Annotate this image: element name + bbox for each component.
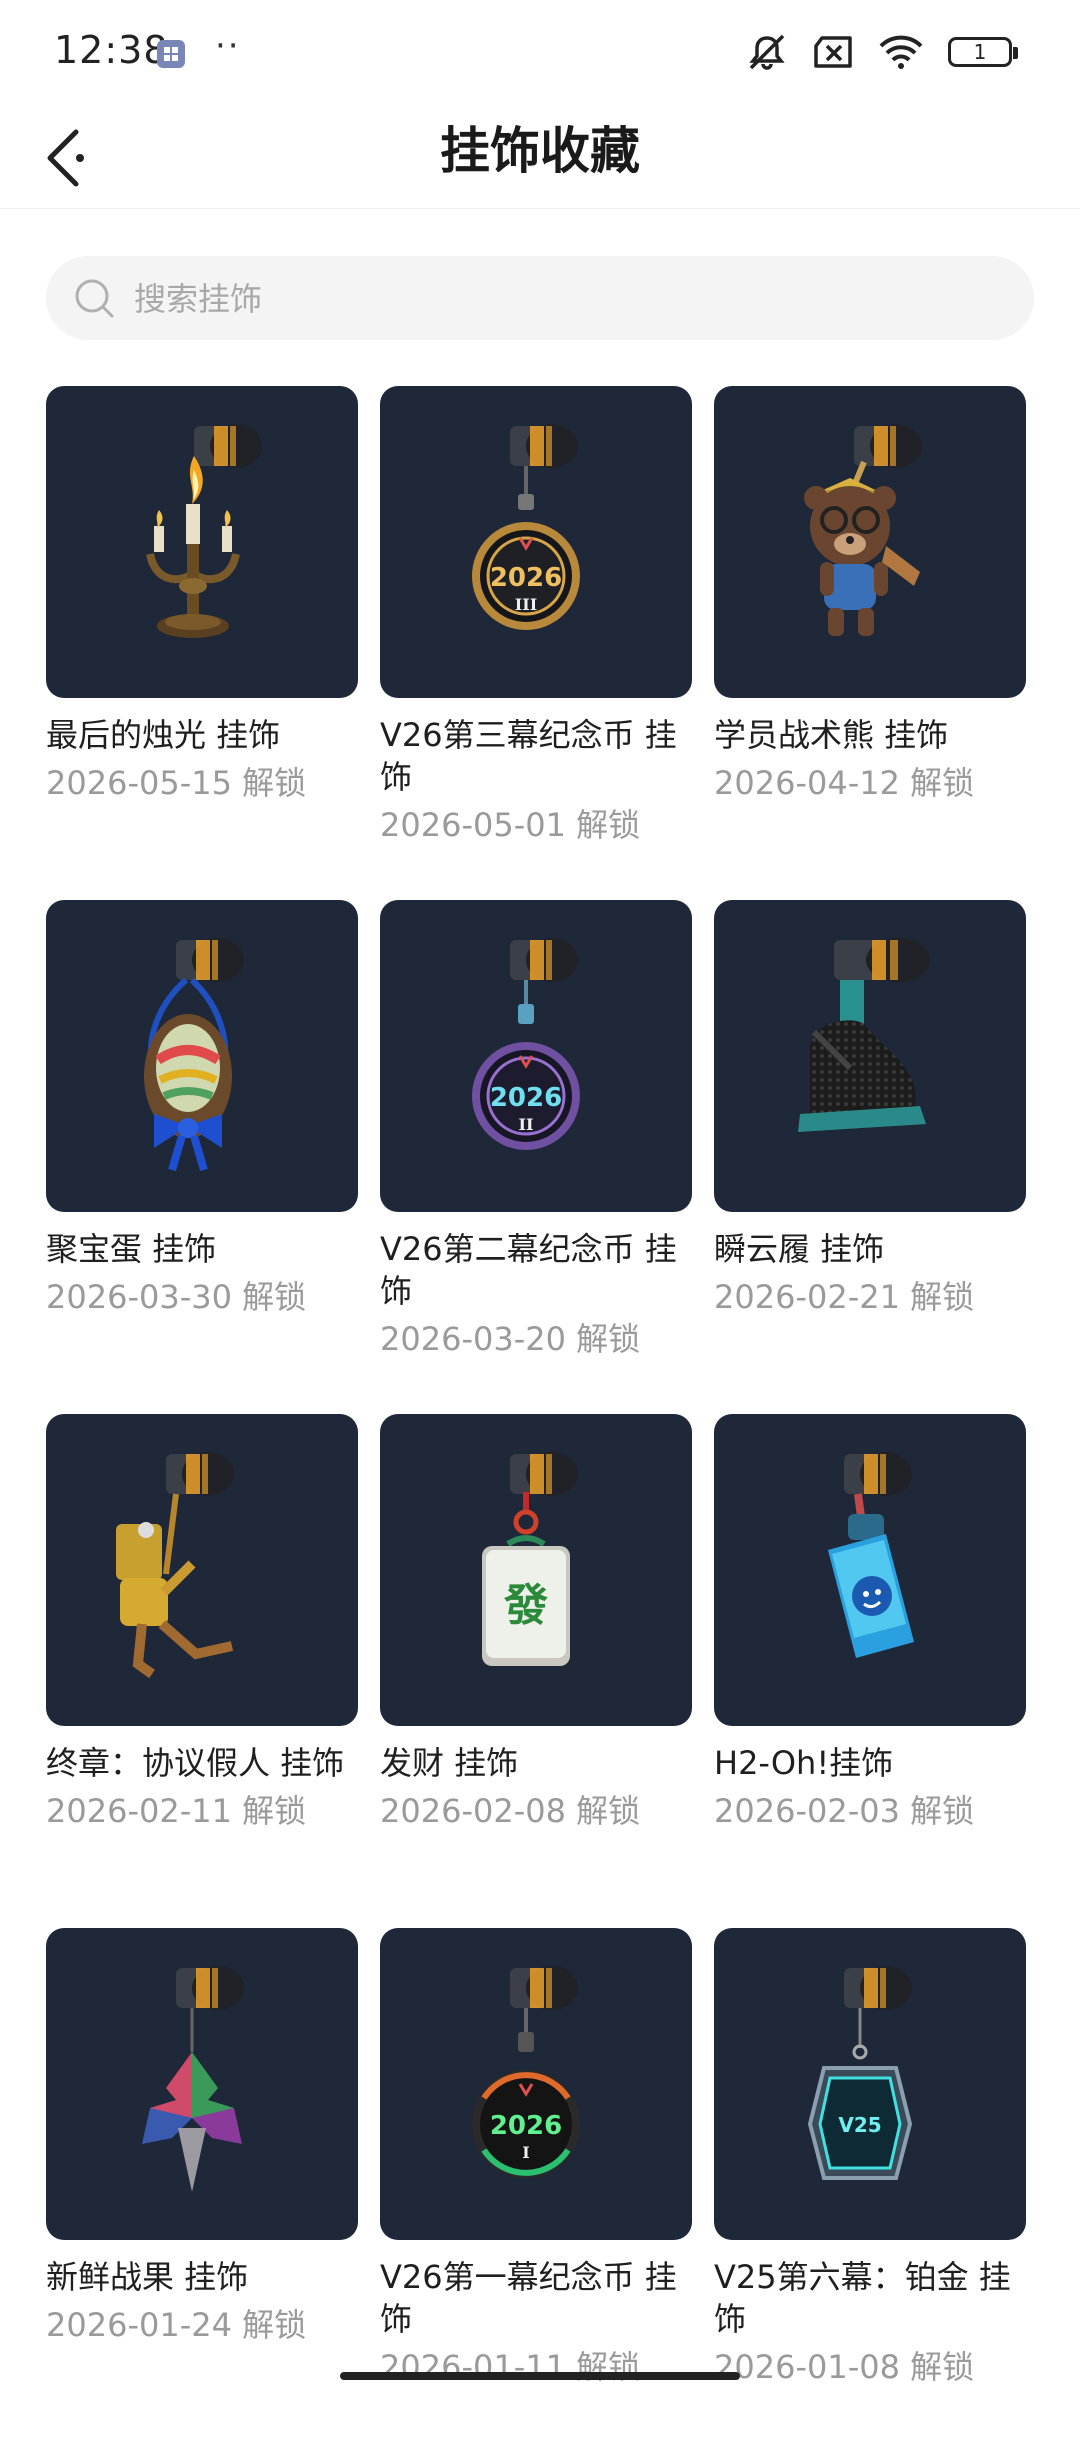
status-bar: 12:38 ·· 1 bbox=[0, 0, 1080, 100]
charm-image-coin-ii: 2026 II bbox=[380, 900, 692, 1212]
charm-card[interactable]: 發 发财 挂饰 2026-02-08 解锁 bbox=[380, 1414, 692, 1928]
charm-unlock-date: 2026-02-03 解锁 bbox=[714, 1792, 975, 1830]
charm-card[interactable]: 2026 I V26第一幕纪念币 挂饰 2026-01-11 解锁 bbox=[380, 1928, 692, 2442]
status-time: 12:38 bbox=[54, 28, 169, 72]
header: 挂饰收藏 bbox=[0, 100, 1080, 209]
charm-name: V26第三幕纪念币 挂饰 bbox=[380, 716, 677, 796]
status-more-indicator: ·· bbox=[215, 26, 241, 66]
charm-image-bear bbox=[714, 386, 1026, 698]
charm-image-platinum-tag: V25 bbox=[714, 1928, 1026, 2240]
home-indicator[interactable] bbox=[340, 2372, 740, 2380]
coin-year-text: 2026 bbox=[490, 2111, 562, 2141]
charm-name: 最后的烛光 挂饰 bbox=[46, 716, 281, 754]
charm-image-candelabra bbox=[46, 386, 358, 698]
charm-image-egg bbox=[46, 900, 358, 1212]
charm-name: H2-Oh!挂饰 bbox=[714, 1744, 894, 1782]
charm-name: 聚宝蛋 挂饰 bbox=[46, 1230, 217, 1268]
charm-card[interactable]: H2-Oh!挂饰 2026-02-03 解锁 bbox=[714, 1414, 1026, 1928]
charm-image-coin-i: 2026 I bbox=[380, 1928, 692, 2240]
coin-act-text: III bbox=[515, 595, 537, 614]
charm-unlock-date: 2026-05-01 解锁 bbox=[380, 806, 641, 844]
charm-card[interactable]: 新鲜战果 挂饰 2026-01-24 解锁 bbox=[46, 1928, 358, 2442]
charm-unlock-date: 2026-03-20 解锁 bbox=[380, 1320, 641, 1358]
charm-unlock-date: 2026-01-24 解锁 bbox=[46, 2306, 307, 2344]
charm-unlock-date: 2026-02-08 解锁 bbox=[380, 1792, 641, 1830]
coin-year-text: 2026 bbox=[490, 1083, 562, 1113]
charm-unlock-date: 2026-02-11 解锁 bbox=[46, 1792, 307, 1830]
search-bar[interactable] bbox=[46, 256, 1034, 342]
wifi-icon bbox=[879, 35, 923, 69]
charm-unlock-date: 2026-05-15 解锁 bbox=[46, 764, 307, 802]
charm-name: V25第六幕：铂金 挂饰 bbox=[714, 2258, 1011, 2338]
search-icon bbox=[75, 279, 114, 318]
charm-image-dummy bbox=[46, 1414, 358, 1726]
charm-name: V26第一幕纪念币 挂饰 bbox=[380, 2258, 677, 2338]
status-icons: 1 bbox=[746, 32, 1018, 72]
charm-card[interactable]: 学员战术熊 挂饰 2026-04-12 解锁 bbox=[714, 386, 1026, 900]
charm-name: 发财 挂饰 bbox=[380, 1744, 519, 1782]
charm-image-leaf bbox=[46, 1928, 358, 2240]
no-sim-icon bbox=[814, 36, 852, 68]
app-notification-icon bbox=[157, 40, 185, 68]
battery-icon: 1 bbox=[948, 37, 1018, 67]
charm-card[interactable]: 最后的烛光 挂饰 2026-05-15 解锁 bbox=[46, 386, 358, 900]
coin-act-text: II bbox=[519, 1115, 534, 1134]
tag-text: V25 bbox=[838, 2113, 881, 2137]
charm-image-coin-iii: 2026 III bbox=[380, 386, 692, 698]
charm-image-bottle bbox=[714, 1414, 1026, 1726]
charm-name: 学员战术熊 挂饰 bbox=[714, 716, 949, 754]
charm-card[interactable]: 聚宝蛋 挂饰 2026-03-30 解锁 bbox=[46, 900, 358, 1414]
page-title: 挂饰收藏 bbox=[440, 122, 640, 180]
search-input[interactable] bbox=[132, 256, 996, 342]
charm-unlock-date: 2026-01-08 解锁 bbox=[714, 2348, 975, 2386]
charm-name: 新鲜战果 挂饰 bbox=[46, 2258, 249, 2296]
charm-unlock-date: 2026-04-12 解锁 bbox=[714, 764, 975, 802]
charm-unlock-date: 2026-02-21 解锁 bbox=[714, 1278, 975, 1316]
charm-image-mahjong: 發 bbox=[380, 1414, 692, 1726]
charm-name: 瞬云履 挂饰 bbox=[714, 1230, 885, 1268]
charm-unlock-date: 2026-03-30 解锁 bbox=[46, 1278, 307, 1316]
charm-image-shoe bbox=[714, 900, 1026, 1212]
mute-icon bbox=[749, 34, 785, 70]
charm-card[interactable]: 瞬云履 挂饰 2026-02-21 解锁 bbox=[714, 900, 1026, 1414]
charm-card[interactable]: 2026 II V26第二幕纪念币 挂饰 2026-03-20 解锁 bbox=[380, 900, 692, 1414]
hook-clip bbox=[194, 424, 262, 468]
coin-act-text: I bbox=[522, 2143, 529, 2162]
coin-year-text: 2026 bbox=[490, 563, 562, 593]
charm-unlock-date: 2026-01-11 解锁 bbox=[380, 2348, 641, 2386]
charm-name: V26第二幕纪念币 挂饰 bbox=[380, 1230, 677, 1310]
mahjong-character: 發 bbox=[503, 1580, 548, 1631]
charm-name: 终章：协议假人 挂饰 bbox=[46, 1744, 345, 1782]
charm-grid: 最后的烛光 挂饰 2026-05-15 解锁 2026 III V26第三幕纪念… bbox=[46, 386, 1046, 2442]
charm-card[interactable]: V25 V25第六幕：铂金 挂饰 2026-01-08 解锁 bbox=[714, 1928, 1026, 2442]
charm-card[interactable]: 终章：协议假人 挂饰 2026-02-11 解锁 bbox=[46, 1414, 358, 1928]
charm-card[interactable]: 2026 III V26第三幕纪念币 挂饰 2026-05-01 解锁 bbox=[380, 386, 692, 900]
